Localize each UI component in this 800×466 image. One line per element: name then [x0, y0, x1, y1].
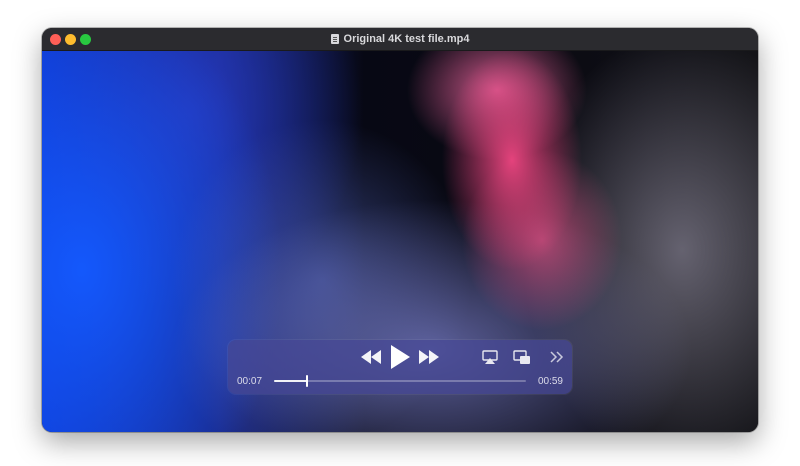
- rewind-button[interactable]: [361, 349, 381, 365]
- player-window: Original 4K test file.mp4 00:07 00:59: [42, 28, 758, 432]
- video-area[interactable]: 00:07 00:59: [42, 50, 758, 432]
- fast-forward-icon: [419, 350, 439, 364]
- rewind-icon: [361, 350, 381, 364]
- airplay-button[interactable]: [482, 349, 498, 365]
- fast-forward-button[interactable]: [419, 349, 439, 365]
- progress-fill: [274, 380, 307, 382]
- progress-scrubber[interactable]: [274, 375, 526, 387]
- window-title-text: Original 4K test file.mp4: [343, 33, 470, 45]
- play-button[interactable]: [388, 345, 412, 369]
- playback-controls: 00:07 00:59: [228, 340, 572, 394]
- picture-in-picture-icon: [513, 349, 530, 364]
- document-icon: [330, 34, 339, 44]
- window-title: Original 4K test file.mp4: [42, 28, 758, 50]
- title-bar[interactable]: Original 4K test file.mp4: [42, 28, 758, 51]
- play-icon: [391, 345, 410, 369]
- airplay-icon: [482, 349, 498, 364]
- playhead[interactable]: [305, 375, 308, 387]
- chevron-double-right-icon: [550, 351, 564, 363]
- picture-in-picture-button[interactable]: [513, 349, 531, 365]
- total-time: 00:59: [537, 376, 563, 387]
- current-time: 00:07: [237, 376, 263, 387]
- more-controls-button[interactable]: [550, 349, 564, 365]
